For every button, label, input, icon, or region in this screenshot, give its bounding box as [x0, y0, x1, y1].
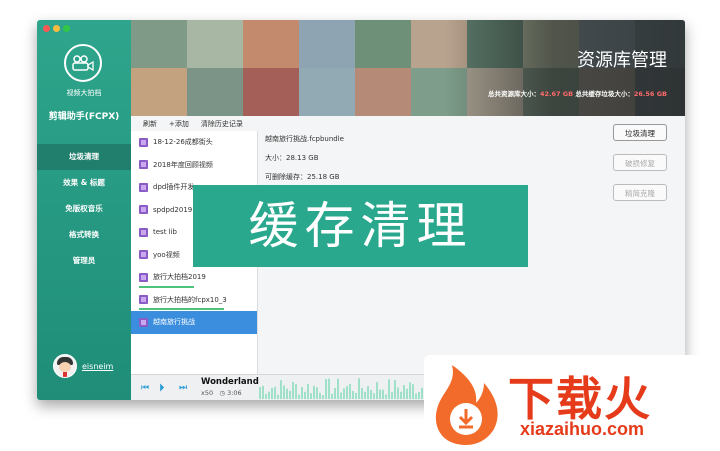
watermark-url: xiazaihuo.com: [520, 419, 645, 439]
progress-bar: [139, 285, 194, 288]
sidebar-nav: 垃圾清理 效果 & 标题 免版权音乐 格式转换 管理员: [37, 144, 131, 274]
app-logo-icon: [64, 44, 102, 82]
page-title: 资源库管理: [577, 50, 667, 71]
brand-subtitle: 视频大拍档: [66, 89, 102, 97]
list-item[interactable]: 旅行大拍档2019: [131, 266, 257, 289]
promo-overlay-text: 缓存清理: [193, 185, 528, 267]
library-icon: [139, 205, 148, 215]
user-profile[interactable]: eisneim: [53, 354, 113, 378]
detail-filename: 越南旅行挑战.fcpbundle: [265, 135, 344, 143]
next-icon[interactable]: ⏭: [179, 383, 187, 393]
library-icon: [139, 137, 148, 147]
library-icon: [139, 160, 148, 170]
close-window-button[interactable]: [43, 25, 50, 32]
library-icon: [139, 250, 148, 260]
list-item[interactable]: 2018年度回顾视频: [131, 154, 257, 177]
library-icon: [139, 182, 148, 192]
avatar: [53, 354, 77, 378]
flame-icon: [435, 365, 498, 445]
add-button[interactable]: +添加: [169, 119, 189, 129]
zoom-window-button[interactable]: [63, 25, 70, 32]
library-icon: [139, 317, 148, 327]
detail-size: 大小：28.13 GB: [265, 154, 319, 162]
library-icon: [139, 272, 148, 282]
clear-history-button[interactable]: 清除历史记录: [201, 119, 243, 129]
sidebar-item-convert[interactable]: 格式转换: [37, 222, 131, 248]
song-meta: x50 ◷ 3:06: [201, 389, 242, 397]
refresh-button[interactable]: 刷新: [143, 119, 157, 129]
header-banner: 资源库管理 总共资源库大小：42.67 GB 总共缓存垃圾大小：26.56 GB: [131, 20, 685, 116]
list-toolbar: 刷新 +添加 清除历史记录: [131, 116, 257, 131]
sidebar: 视频大拍档 剪辑助手(FCPX) 垃圾清理 效果 & 标题 免版权音乐 格式转换…: [37, 20, 131, 400]
previous-icon[interactable]: ⏮: [141, 383, 149, 393]
library-icon: [139, 295, 148, 305]
library-size: 42.67 GB: [539, 90, 574, 98]
sidebar-item-effects[interactable]: 效果 & 标题: [37, 170, 131, 196]
minimize-window-button[interactable]: [53, 25, 60, 32]
storage-stats: 总共资源库大小：42.67 GB 总共缓存垃圾大小：26.56 GB: [487, 90, 667, 98]
song-title: Wonderland: [201, 377, 259, 387]
sidebar-item-music[interactable]: 免版权音乐: [37, 196, 131, 222]
progress-bar: [139, 308, 224, 310]
cache-size: 26.56 GB: [633, 90, 667, 98]
clean-button[interactable]: 垃圾清理: [613, 124, 667, 141]
watermark-logo: 下载火 xiazaihuo.com: [424, 355, 720, 451]
sidebar-item-cleanup[interactable]: 垃圾清理: [37, 144, 131, 170]
brand-title: 剪辑助手(FCPX): [48, 112, 120, 122]
repair-button[interactable]: 破损修复: [613, 154, 667, 171]
sidebar-item-admin[interactable]: 管理员: [37, 248, 131, 274]
library-icon: [139, 227, 148, 237]
library-detail: 越南旅行挑战.fcpbundle 大小：28.13 GB 可删除缓存：25.18…: [265, 130, 344, 187]
username-link[interactable]: eisneim: [82, 362, 113, 371]
list-item-selected[interactable]: 越南旅行挑战: [131, 311, 257, 334]
slim-clone-button[interactable]: 精简克隆: [613, 184, 667, 201]
list-item[interactable]: 旅行大拍档的fcpx10_3: [131, 289, 257, 312]
play-icon[interactable]: ⏵: [159, 381, 165, 395]
list-item[interactable]: 18-12-26成都街头: [131, 131, 257, 154]
